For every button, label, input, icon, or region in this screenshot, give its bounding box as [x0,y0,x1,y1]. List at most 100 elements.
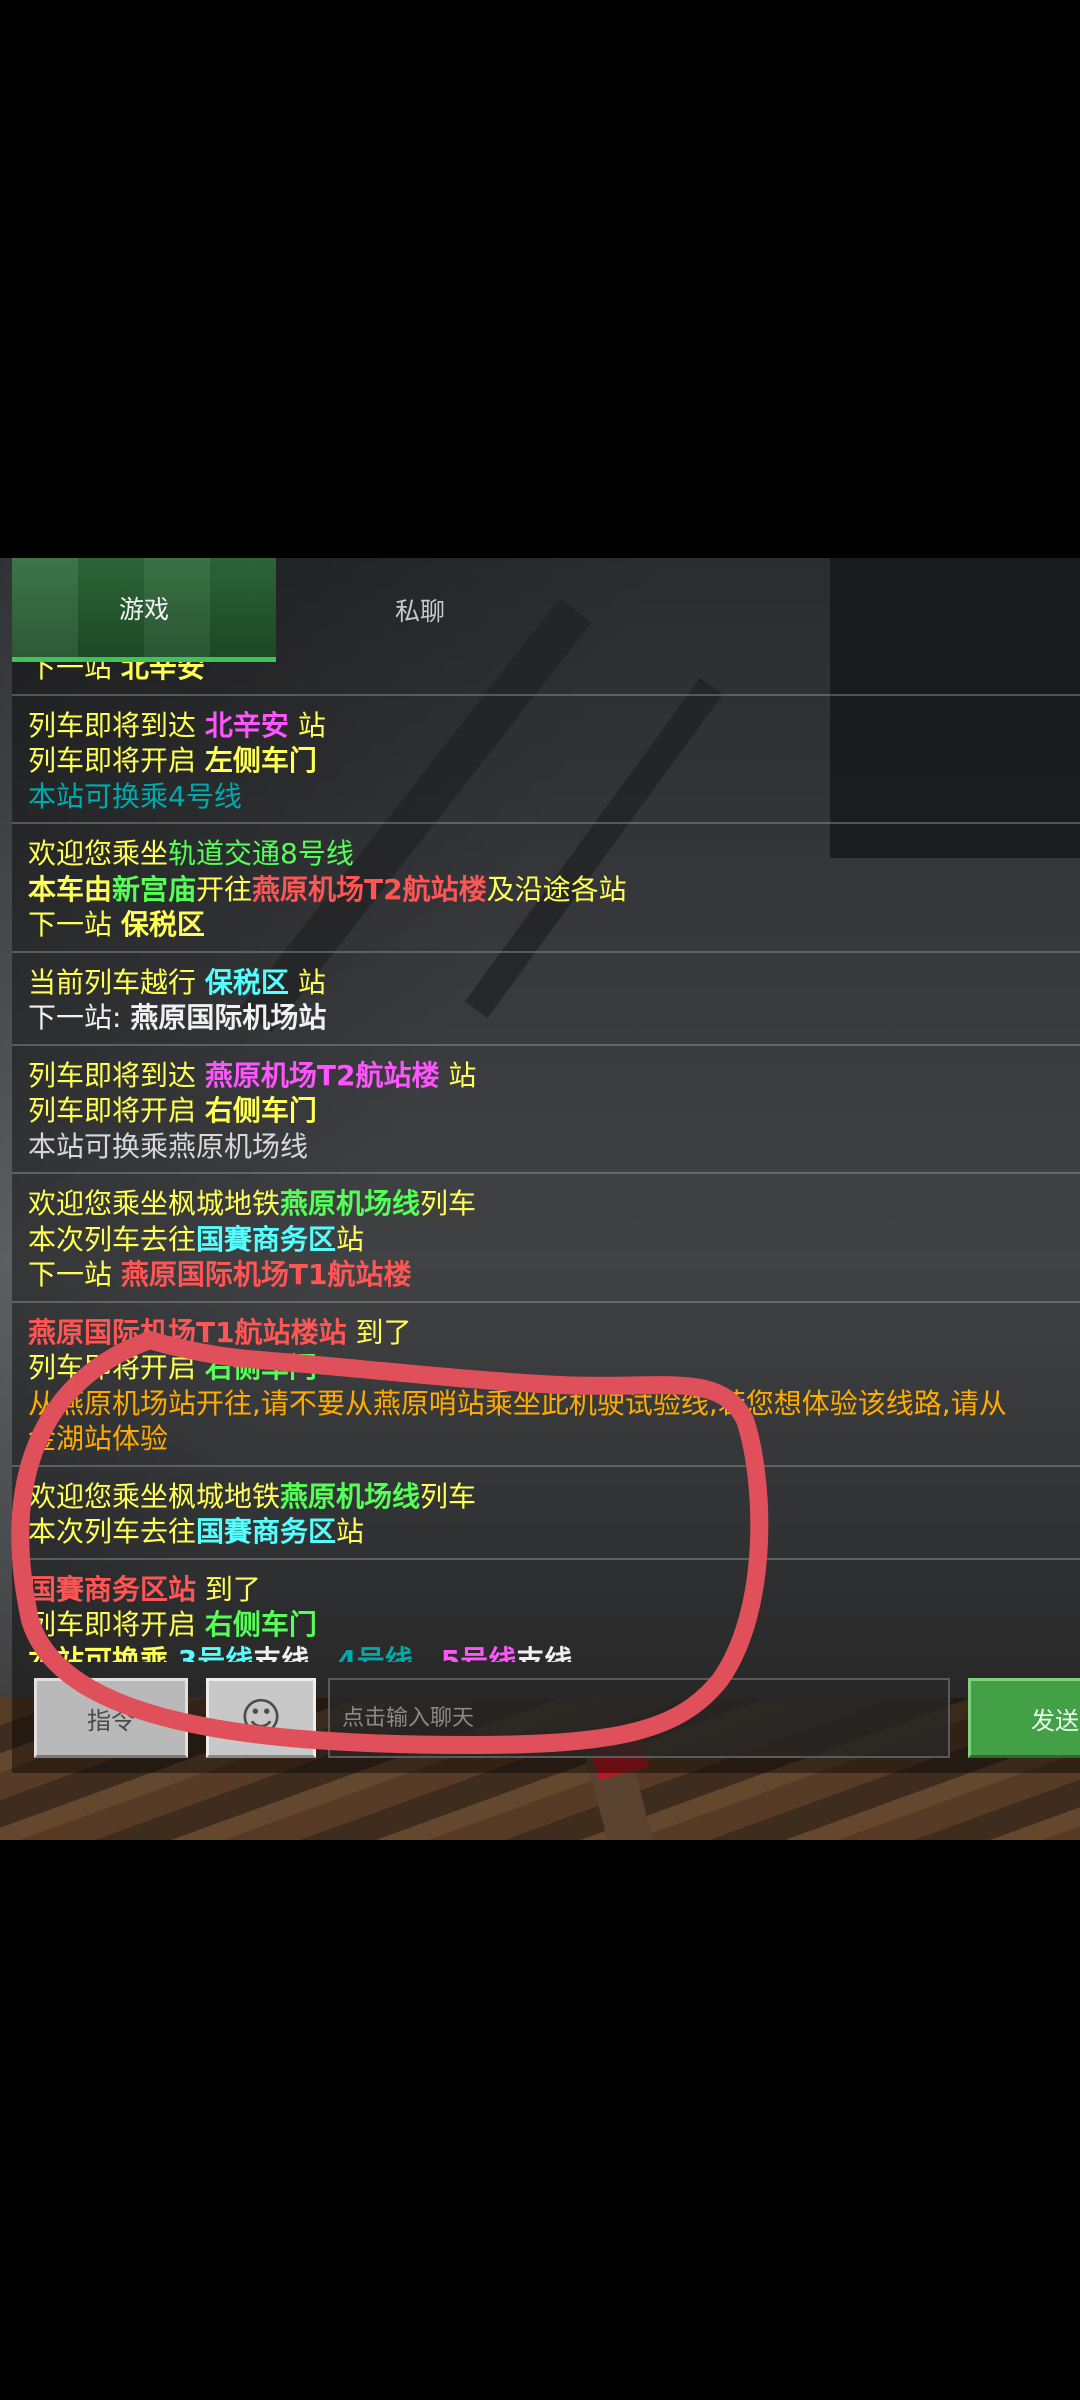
chat-message: 欢迎您乘坐轨道交通8号线 本车由新宫庙开往燕原机场T2航站楼及沿途各站 下一站 保税… [12,824,1080,953]
chat-text-segment: 到了 [196,1572,261,1606]
chat-message: 当前列车越行 保税区 站下一站: 燕原国际机场站 [12,953,1080,1046]
chat-message: 燕原国际机场T1航站楼站 到了 列车即将开启 右侧车门 从燕原机场站开往,请不要从燕… [12,1303,1080,1467]
chat-text-segment: 新宫庙 [112,872,197,906]
chat-text-segment: 及沿途各站 [486,872,627,906]
send-button-label: 发送 [1031,1706,1079,1735]
chat-text-segment: 左侧车门 [204,744,317,777]
chat-text-segment: 下一站 [28,1258,121,1291]
chat-message-line: 本次列车去往国賽商务区站 [28,1514,1080,1550]
chat-message-line: 列车即将到达 北辛安 站 [28,708,1080,744]
chat-text-segment: 燕原机场线 [280,1187,421,1220]
chat-panel: 游戏 私聊 下一站 北辛安 列车即将到达 北辛安 站列车即将开启 左侧车门 本站可换… [12,558,1080,1773]
chat-message-line: 列车即将开启 右侧车门 [28,1350,1080,1386]
chat-text-segment: 从燕原机场站开往,请不要从燕原哨站乘坐此机驶试验线,若您想体验该线路,请从 [28,1386,1007,1420]
chat-text-segment: 列车即将开启 [28,1608,205,1641]
chat-text-segment: 支线、 [253,1643,338,1663]
command-button[interactable]: 指令 [34,1678,188,1758]
chat-text-segment: 燕原机场T2航站楼 [252,872,487,906]
chat-message-line: 欢迎您乘坐枫城地铁燕原机场线列车 [28,1186,1080,1222]
chat-text-segment: 本站可换乘燕原机场线 [28,1129,309,1163]
chat-message-line: 下一站 燕原国际机场T1航站楼 [28,1257,1080,1293]
chat-text-segment: 站 [336,1222,365,1256]
chat-message-line: 列车即将到达 燕原机场T2航站楼 站 [28,1058,1080,1094]
chat-text-segment: 站 [336,1515,365,1548]
chat-text-segment: 开往 [196,872,253,906]
chat-text-segment: 北辛安 [204,708,289,742]
chat-message: 国賽商务区站 到了 列车即将开启 右侧车门 本站可换乘 3号线支线、4号线、5号线支… [12,1560,1080,1663]
chat-message-line: 下一站 北辛安 [28,662,1080,686]
chat-message-line: 欢迎您乘坐轨道交通8号线 [28,836,1080,872]
chat-text-segment: 当前列车越行 [28,965,205,999]
chat-text-segment: 轨道交通8号线 [168,837,354,870]
command-button-label: 指令 [87,1706,135,1735]
chat-text-segment: 列车即将开启 [28,1351,205,1384]
chat-message-line: 金湖站体验 [28,1421,1080,1457]
chat-text-segment: 欢迎您乘坐 [28,837,169,870]
chat-text-segment: 到了 [346,1315,412,1349]
chat-text-segment: 下一站 [28,662,121,684]
chat-text-segment: 、 [412,1643,441,1663]
chat-message-line: 本次列车去往国賽商务区站 [28,1222,1080,1258]
chat-text-segment: 燕原国际机场站 [130,1001,327,1034]
chat-text-segment: 北辛安 [120,662,205,684]
chat-text-segment: 列车即将到达 [28,1058,205,1092]
chat-message: 欢迎您乘坐枫城地铁燕原机场线列车 本次列车去往国賽商务区站 下一站 燕原国际机场T1… [12,1174,1080,1303]
chat-text-segment: 国賽商务区 [196,1222,337,1256]
chat-text-segment: 列车 [420,1479,477,1513]
chat-message-line: 下一站: 燕原国际机场站 [28,1000,1080,1036]
chat-text-segment: 欢迎您乘坐枫城地铁 [28,1479,281,1513]
chat-text-segment: 4号线 [337,1643,413,1663]
chat-message-line: 当前列车越行 保税区 站 [28,965,1080,1001]
chat-text-segment: 列车即将开启 [28,744,205,777]
chat-text-segment: 欢迎您乘坐枫城地铁 [28,1187,281,1220]
chat-message-list[interactable]: 下一站 北辛安 列车即将到达 北辛安 站列车即将开启 左侧车门 本站可换乘4号线 欢迎… [12,662,1080,1662]
chat-text-segment: 保税区 [204,965,289,999]
chat-text-segment: 金湖站体验 [28,1422,169,1455]
chat-text-segment: 燕原国际机场T1航站楼站 [28,1315,347,1349]
chat-text-segment: 5号线 [440,1643,517,1663]
chat-input-bar: 指令 ☺ 发送 [12,1662,1080,1773]
chat-text-segment: 本次列车去往 [28,1515,197,1548]
chat-text-segment: 列车即将到达 [28,708,205,742]
chat-text-segment: 国賽商务区 [196,1515,337,1548]
chat-text-segment: 站 [288,708,326,742]
chat-messages: 下一站 北辛安 列车即将到达 北辛安 站列车即将开启 左侧车门 本站可换乘4号线 欢迎… [12,662,1080,1662]
chat-message-line: 下一站 保税区 [28,907,1080,943]
chat-text-segment: 右侧车门 [204,1608,317,1641]
chat-text-segment: 列车 [420,1187,477,1220]
chat-text-segment: 下一站 [28,908,121,941]
chat-message-line: 欢迎您乘坐枫城地铁燕原机场线列车 [28,1479,1080,1515]
chat-text-segment: 燕原国际机场T1航站楼 [120,1258,412,1291]
chat-text-segment: 支线 [516,1643,573,1663]
chat-text-segment: 本站可换乘 [28,1643,178,1663]
chat-message-line: 国賽商务区站 到了 [28,1572,1080,1608]
tab-private-label: 私聊 [394,597,445,626]
chat-message-line: 本站可换乘燕原机场线 [28,1129,1080,1165]
chat-text-segment: 右侧车门 [204,1351,317,1384]
emoji-icon: ☺ [240,1695,282,1741]
chat-text-segment: 列车即将开启 [28,1094,205,1127]
chat-message-line: 列车即将开启 右侧车门 [28,1607,1080,1643]
chat-message-line: 本站可换乘4号线 [28,779,1080,815]
chat-message-line: 本站可换乘 3号线支线、4号线、5号线支线 [28,1643,1080,1663]
chat-text-segment: 本站可换乘4号线 [28,779,242,813]
chat-input[interactable] [328,1678,950,1758]
emoji-button[interactable]: ☺ [206,1678,316,1758]
chat-text-segment: 3号线 [177,1643,254,1663]
send-button[interactable]: 发送 [968,1678,1080,1758]
chat-message: 下一站 北辛安 [12,662,1080,696]
tab-private-chat[interactable]: 私聊 [288,558,552,662]
chat-text-segment: 下一站: [28,1001,131,1034]
chat-message-line: 从燕原机场站开往,请不要从燕原哨站乘坐此机驶试验线,若您想体验该线路,请从 [28,1386,1080,1422]
chat-message-line: 燕原国际机场T1航站楼站 到了 [28,1315,1080,1351]
chat-text-segment: 右侧车门 [204,1094,317,1127]
tab-game[interactable]: 游戏 [12,558,276,662]
chat-message: 列车即将到达 北辛安 站列车即将开启 左侧车门 本站可换乘4号线 [12,696,1080,824]
tab-game-label: 游戏 [118,594,169,624]
chat-message-line: 本车由新宫庙开往燕原机场T2航站楼及沿途各站 [28,872,1080,908]
chat-message: 欢迎您乘坐枫城地铁燕原机场线列车 本次列车去往国賽商务区站 [12,1467,1080,1560]
chat-text-segment: 燕原机场T2航站楼 [204,1058,440,1092]
chat-text-segment: 燕原机场线 [280,1479,421,1513]
chat-text-segment: 国賽商务区站 [28,1572,197,1606]
chat-message-line: 列车即将开启 右侧车门 [28,1093,1080,1129]
